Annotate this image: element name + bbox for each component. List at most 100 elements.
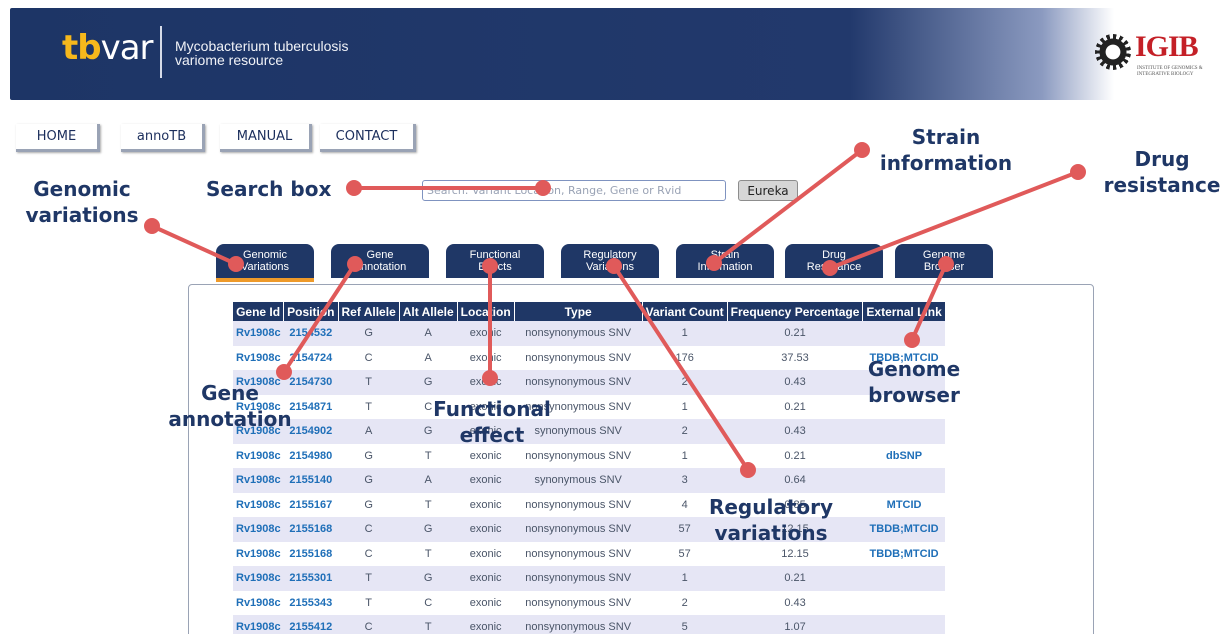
annotation-genomic: Genomic variations	[20, 176, 144, 228]
igib-wordmark: IGIB	[1135, 30, 1199, 63]
tab-drug-resistance[interactable]: Drug Resistance	[785, 244, 883, 278]
cell-position[interactable]: 2155412	[283, 615, 338, 634]
cell-type: nonsynonymous SNV	[525, 498, 632, 511]
nav-annotb[interactable]: annoTB	[121, 124, 205, 152]
tab-label: Annotation	[353, 261, 407, 273]
col-frequency[interactable]: Frequency Percentage	[727, 302, 864, 321]
cell-gene-id[interactable]: Rv1908c	[233, 542, 284, 567]
tab-label: Resistance	[806, 261, 862, 273]
search-input[interactable]: Search: Variant Location, Range, Gene or…	[422, 180, 726, 201]
tab-label: Drug	[822, 249, 846, 261]
cell-position[interactable]: 2154724	[284, 346, 338, 371]
logo-divider	[160, 26, 162, 78]
cell-position[interactable]: 2154980	[284, 444, 338, 469]
annotation-search: Search box	[206, 177, 332, 201]
annotation-drug: Drug resistance	[1103, 147, 1221, 197]
tbvar-logo[interactable]: tbvar	[62, 28, 154, 68]
cell-location: exonic	[457, 615, 515, 634]
tab-label: Browser	[923, 261, 965, 273]
cell-gene-id[interactable]: Rv1908c	[233, 321, 284, 346]
col-variant-count[interactable]: Variant Count	[642, 302, 728, 321]
cell-ref-allele: T	[365, 596, 372, 609]
variants-table: Gene Id Position Ref Allele Alt Allele L…	[233, 302, 946, 634]
cell-gene-id[interactable]: Rv1908c	[233, 493, 284, 518]
cell-type: nonsynonymous SNV	[514, 566, 643, 591]
cell-position[interactable]: 2155167	[284, 493, 338, 518]
cell-gene-id[interactable]: Rv1908c	[233, 346, 284, 371]
cell-type: synonymous SNV	[514, 468, 643, 493]
cell-gene-id[interactable]: Rv1908c	[233, 615, 284, 634]
col-position[interactable]: Position	[283, 302, 339, 321]
tab-genome-browser[interactable]: Genome Browser	[895, 244, 993, 278]
cell-external-link	[863, 591, 945, 616]
cell-frequency: 0.21	[784, 449, 806, 462]
table-row: Rv1908c 2155412 C Texonic nonsynonymous SNV 5…	[233, 615, 946, 634]
arrow-dot	[144, 218, 160, 234]
tab-gene-annotation[interactable]: Gene Annotation	[331, 244, 429, 278]
annotation-text: Genomic variations	[25, 177, 139, 227]
tab-strain-information[interactable]: Strain Information	[676, 244, 774, 278]
cell-gene-id[interactable]: Rv1908c	[233, 517, 284, 542]
cell-ref-allele: G	[338, 321, 400, 346]
annotation-regulatory: Regulatory variations	[708, 495, 834, 545]
cell-alt-allele: G	[399, 517, 458, 542]
col-external-link[interactable]: External Link	[862, 302, 946, 321]
cell-position[interactable]: 2155168	[284, 542, 338, 567]
arrow-dot	[1070, 164, 1086, 180]
cell-position[interactable]: 2155301	[283, 566, 338, 591]
annotation-gene: Gene annotation	[168, 381, 292, 431]
col-type[interactable]: Type	[514, 302, 643, 321]
cell-location: exonic	[469, 547, 502, 560]
tab-genomic-variations[interactable]: Genomic Variations	[216, 244, 314, 282]
table-row: Rv1908c 2154871 T Cexonic nonsynonymous SNV 1…	[233, 395, 945, 420]
cell-external-link[interactable]: TBDB;MTCID	[863, 542, 945, 567]
cell-ref-allele: C	[364, 351, 373, 364]
cell-gene-id[interactable]: Rv1908c	[233, 444, 284, 469]
gear-icon	[1095, 34, 1131, 70]
nav-home[interactable]: HOME	[16, 124, 100, 152]
header-banner: tbvar Mycobacterium tuberculosis variome…	[10, 8, 1210, 100]
cell-ref-allele: T	[338, 370, 400, 395]
cell-location: exonic	[469, 351, 502, 364]
cell-ref-allele: G	[338, 468, 400, 493]
cell-gene-id[interactable]: Rv1908c	[233, 468, 284, 493]
cell-alt-allele: G	[399, 370, 458, 395]
cell-variant-count: 3	[642, 468, 728, 493]
cell-location: exonic	[457, 370, 515, 395]
cell-ref-allele: C	[364, 547, 373, 560]
table-row: Rv1908c 2154724 C Aexonic nonsynonymous SNV 1…	[233, 346, 945, 371]
cell-frequency: 1.07	[727, 615, 863, 634]
cell-gene-id[interactable]: Rv1908c	[233, 566, 284, 591]
cell-type: nonsynonymous SNV	[514, 517, 643, 542]
table-row: Rv1908c 2155140 G Aexonic synonymous SNV 3 0.6…	[233, 468, 946, 493]
cell-external-link	[862, 566, 946, 591]
cell-position[interactable]: 2154532	[283, 321, 338, 346]
cell-external-link	[862, 419, 946, 444]
eureka-button[interactable]: Eureka	[738, 180, 798, 201]
col-gene-id[interactable]: Gene Id	[233, 302, 285, 321]
nav-contact[interactable]: CONTACT	[320, 124, 416, 152]
cell-frequency: 0.43	[727, 370, 863, 395]
tab-label: Genome	[922, 249, 966, 261]
col-alt-allele[interactable]: Alt Allele	[399, 302, 458, 321]
tab-label: Regulatory	[583, 249, 637, 261]
cell-alt-allele: A	[399, 321, 458, 346]
col-location[interactable]: Location	[457, 302, 515, 321]
cell-position[interactable]: 2155168	[283, 517, 338, 542]
cell-frequency: 0.21	[727, 566, 863, 591]
tab-regulatory-variations[interactable]: Regulatory Variations	[561, 244, 659, 278]
cell-ref-allele: A	[338, 419, 400, 444]
cell-type: nonsynonymous SNV	[525, 547, 632, 560]
nav-manual[interactable]: MANUAL	[220, 124, 312, 152]
cell-external-link[interactable]: MTCID	[863, 493, 945, 518]
cell-position[interactable]: 2155343	[284, 591, 338, 616]
cell-external-link[interactable]: dbSNP	[863, 444, 945, 469]
cell-external-link[interactable]: TBDB;MTCID	[862, 517, 946, 542]
cell-variant-count: 2	[642, 370, 728, 395]
cell-gene-id[interactable]: Rv1908c	[233, 591, 284, 616]
tab-functional-effects[interactable]: Functional Effects	[446, 244, 544, 278]
cell-location: exonic	[469, 596, 502, 609]
cell-position[interactable]: 2155140	[283, 468, 338, 493]
col-ref-allele[interactable]: Ref Allele	[338, 302, 400, 321]
table-header-row: Gene Id Position Ref Allele Alt Allele L…	[233, 302, 946, 321]
